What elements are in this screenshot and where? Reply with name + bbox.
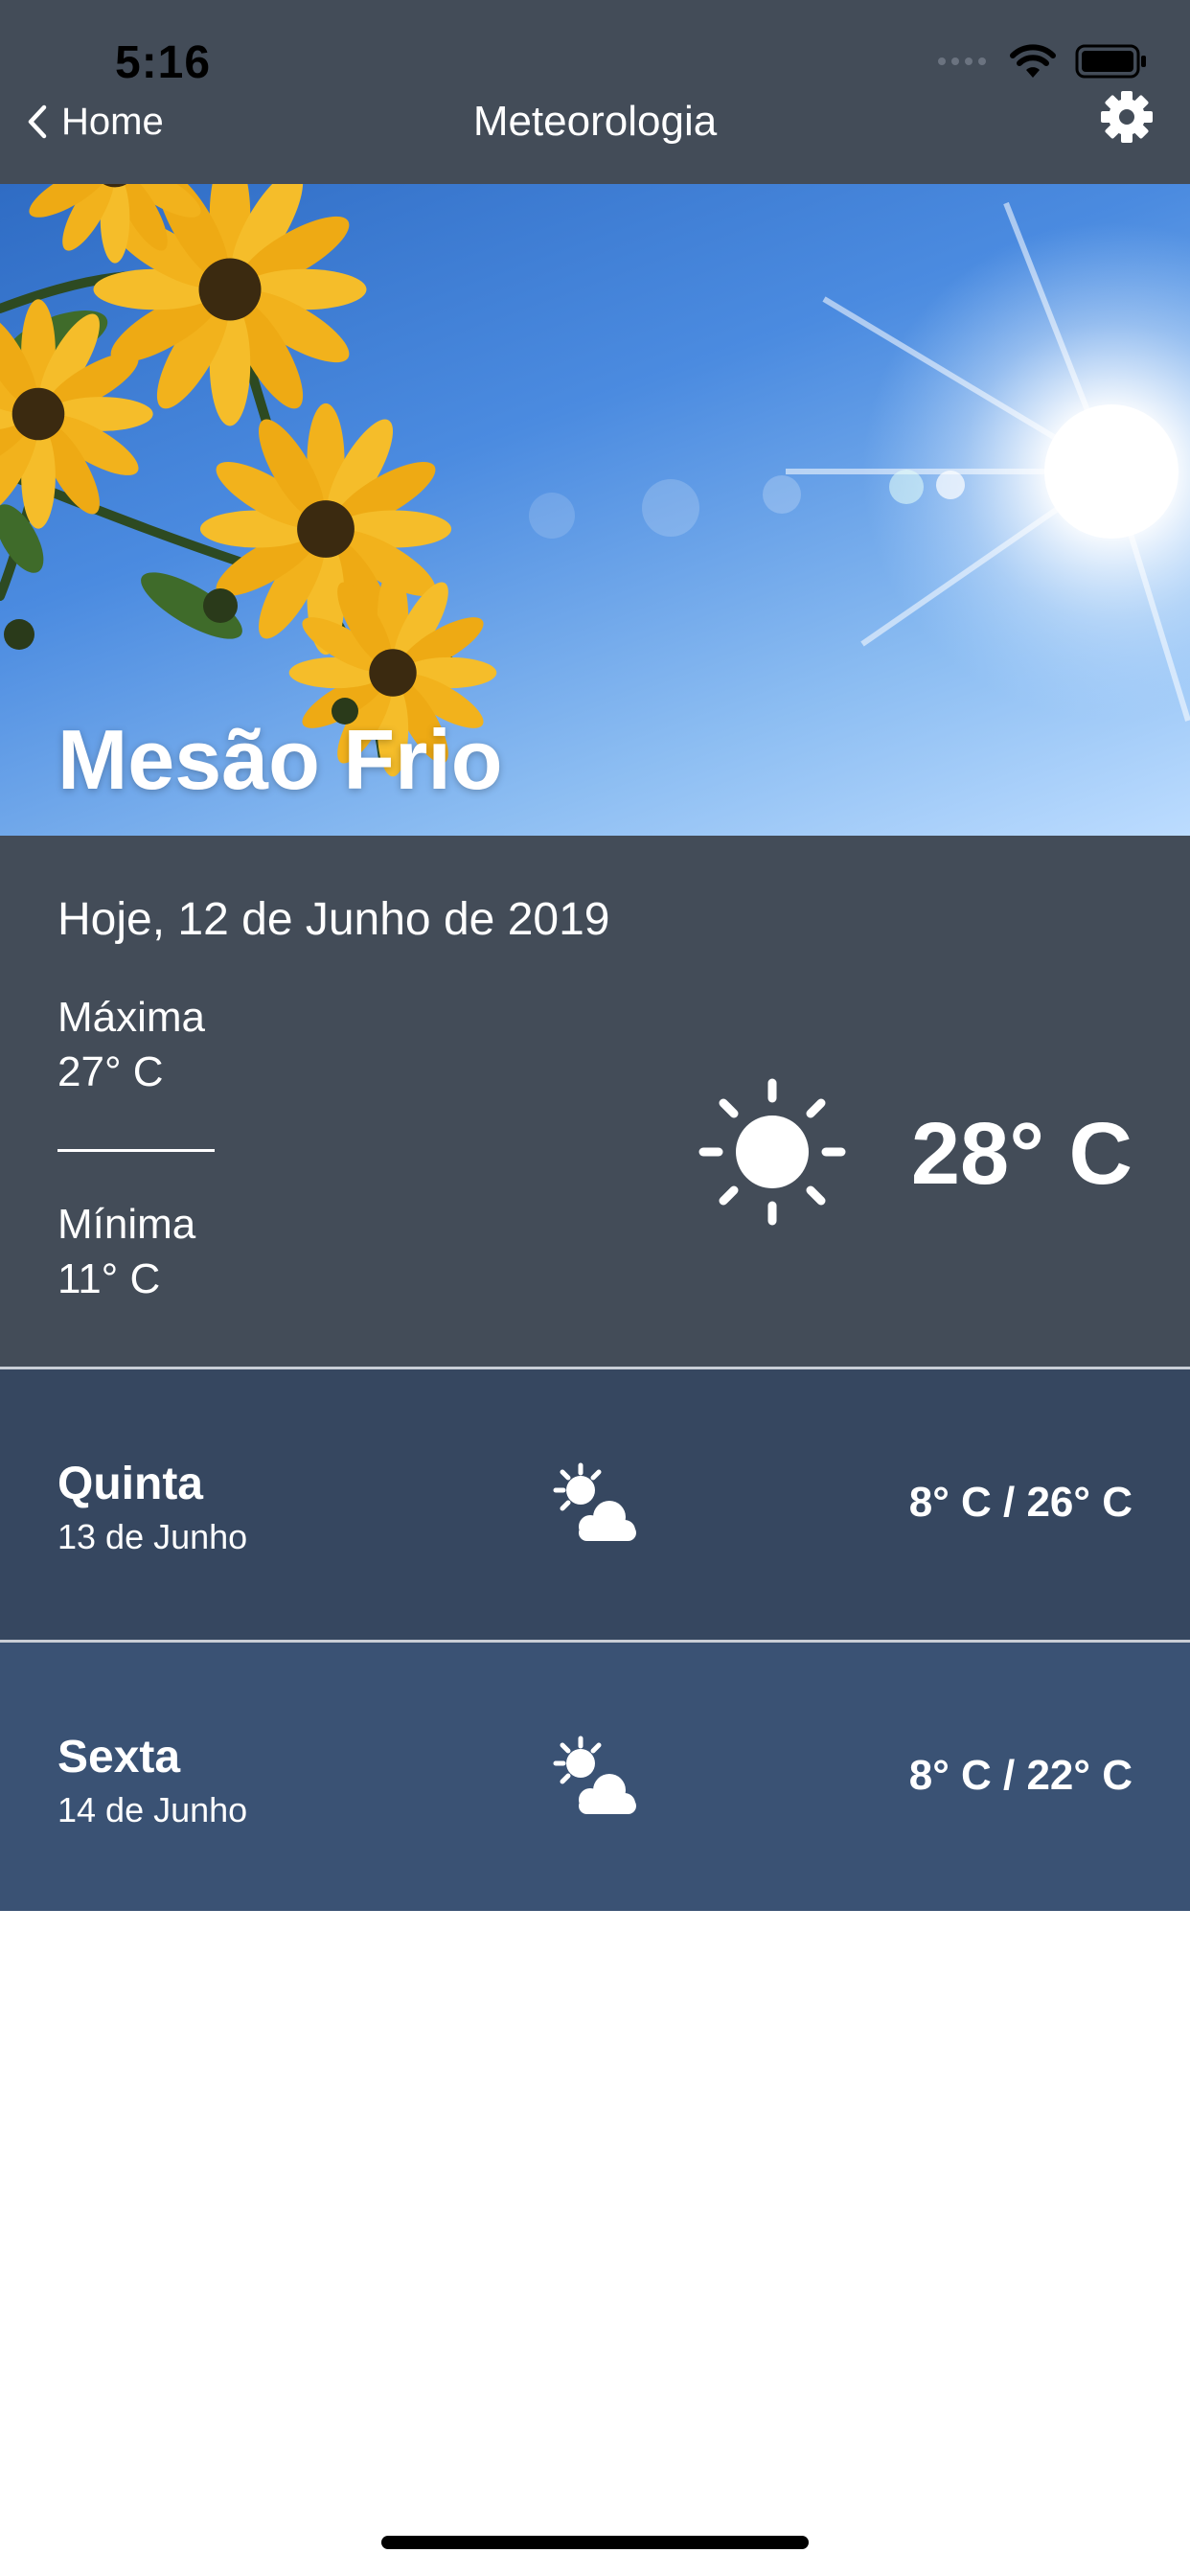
today-panel: Hoje, 12 de Junho de 2019 Máxima 27° C M… xyxy=(0,836,1190,1367)
max-value: 27° C xyxy=(57,1048,164,1095)
back-button[interactable]: Home xyxy=(27,96,164,148)
settings-button[interactable] xyxy=(1098,88,1156,146)
min-label: Mínima xyxy=(57,1201,196,1248)
city-name: Mesão Frio xyxy=(57,712,503,807)
forecast-date: 14 de Junho xyxy=(57,1790,248,1829)
forecast-row-sexta[interactable]: Sexta 14 de Junho 8° C / 22° C xyxy=(0,1643,1190,1911)
signal-icon xyxy=(938,58,986,65)
forecast-day: Sexta xyxy=(57,1732,181,1782)
page-title: Meteorologia xyxy=(472,98,718,145)
forecast-row-quinta[interactable]: Quinta 13 de Junho 8° C / 26° C xyxy=(0,1369,1190,1640)
partly-cloudy-icon xyxy=(553,1736,636,1814)
status-icons xyxy=(937,42,1148,80)
min-value: 11° C xyxy=(57,1255,161,1302)
sun-icon xyxy=(698,1078,846,1226)
top-bar: 5:16 Home Meteorologia xyxy=(0,0,1190,184)
hero-image: Mesão Frio xyxy=(0,184,1190,836)
current-temperature: 28° C xyxy=(910,1105,1133,1203)
partly-cloudy-icon xyxy=(553,1462,636,1541)
forecast-date: 13 de Junho xyxy=(57,1517,248,1556)
max-label: Máxima xyxy=(57,994,206,1041)
forecast-day: Quinta xyxy=(57,1459,203,1509)
forecast-temperature: 8° C / 26° C xyxy=(908,1479,1133,1526)
forecast-temperature: 8° C / 22° C xyxy=(908,1752,1133,1799)
battery-icon xyxy=(1075,44,1146,79)
chevron-left-icon xyxy=(28,104,47,139)
weather-screen: 5:16 Home Meteorologia Mesão Frio Hoje, … xyxy=(0,0,1190,2576)
back-button-label: Home xyxy=(61,100,164,143)
minmax-divider xyxy=(57,1149,215,1152)
gear-icon xyxy=(1101,91,1153,143)
today-date: Hoje, 12 de Junho de 2019 xyxy=(57,894,610,945)
home-indicator[interactable] xyxy=(381,2536,809,2549)
status-time: 5:16 xyxy=(115,37,212,88)
wifi-icon xyxy=(1010,44,1056,78)
